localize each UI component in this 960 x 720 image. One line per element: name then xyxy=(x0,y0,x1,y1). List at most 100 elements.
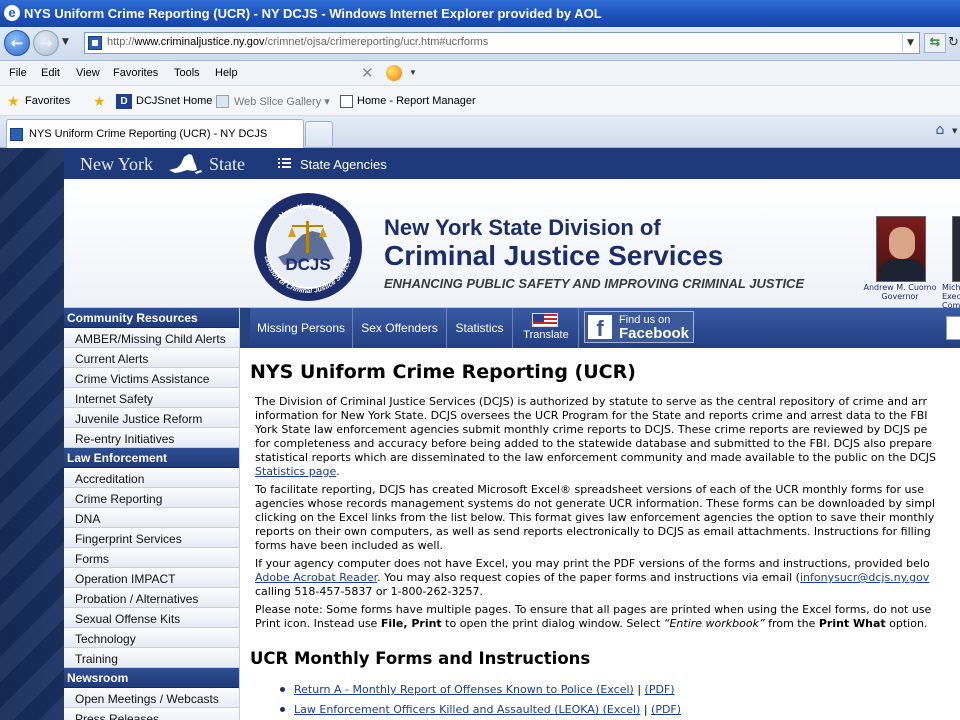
state-agencies-link[interactable]: State Agencies xyxy=(300,157,387,172)
facebook-button[interactable]: f Find us on Facebook xyxy=(584,311,694,343)
nav-link-open-meetings[interactable]: Open Meetings / Webcasts xyxy=(64,688,239,708)
forward-button[interactable]: → xyxy=(33,30,59,56)
tab-ucr[interactable]: NYS Uniform Crime Reporting (UCR) - NY D… xyxy=(6,119,304,148)
list-icon xyxy=(278,158,291,168)
ny-state-map-icon xyxy=(169,154,202,174)
nav-link-amber-alerts[interactable]: AMBER/Missing Child Alerts xyxy=(64,328,239,348)
favorites-button[interactable]: Favorites xyxy=(25,95,70,107)
pdf-paragraph: If your agency computer does not have Ex… xyxy=(255,557,930,598)
nav-link-dna[interactable]: DNA xyxy=(64,508,239,528)
nav-link-accreditation[interactable]: Accreditation xyxy=(64,468,239,488)
back-button[interactable]: ← xyxy=(4,30,30,56)
statistics-page-link[interactable]: Statistics page xyxy=(255,465,336,478)
return-a-pdf-link[interactable]: (PDF) xyxy=(645,683,675,696)
nav-link-probation[interactable]: Probation / Alternatives xyxy=(64,588,239,608)
nav-link-internet-safety[interactable]: Internet Safety xyxy=(64,388,239,408)
topnav-statistics[interactable]: Statistics xyxy=(447,308,513,348)
nav-link-crime-victims[interactable]: Crime Victims Assistance xyxy=(64,368,239,388)
bullet-icon xyxy=(280,687,285,692)
leoka-pdf-link[interactable]: (PDF) xyxy=(651,703,681,716)
email-link[interactable]: infonysucr@dcjs.ny.gov xyxy=(800,571,929,584)
background-flag xyxy=(0,148,64,720)
governor-photo xyxy=(876,216,926,282)
home-dropdown-icon[interactable]: ▼ xyxy=(952,127,957,135)
governor-caption: Andrew M. Cuomo Governor xyxy=(863,283,937,301)
compatibility-view-icon[interactable]: ⇆ xyxy=(924,33,946,53)
nav-link-reentry[interactable]: Re-entry Initiatives xyxy=(64,428,239,448)
address-input[interactable]: http://www.criminaljustice.ny.gov/crimne… xyxy=(84,32,920,54)
translate-label: Translate xyxy=(523,329,569,341)
executive-caption: Mich Exec Com xyxy=(942,283,960,310)
recent-pages-dropdown-icon[interactable]: ▼ xyxy=(62,37,69,47)
aol-toolbar-icon[interactable] xyxy=(386,65,402,81)
menu-edit[interactable]: Edit xyxy=(41,67,60,79)
window-title-bar: e NYS Uniform Crime Reporting (UCR) - NY… xyxy=(0,0,960,27)
menu-view[interactable]: View xyxy=(76,67,100,79)
form-item: Return A - Monthly Report of Offenses Kn… xyxy=(280,683,675,696)
favorites-bar: ★ Favorites ★ D DCJSnet Home Web Slice G… xyxy=(0,86,960,116)
form-item: Law Enforcement Officers Killed and Assa… xyxy=(280,703,681,716)
tab-favicon-icon xyxy=(10,128,23,141)
menu-bar: File Edit View Favorites Tools Help ✕ ▼ xyxy=(0,61,960,86)
menu-file[interactable]: File xyxy=(9,67,27,79)
favorites-star-icon: ★ xyxy=(7,93,20,109)
address-toolbar: ← → ▼ http://www.criminaljustice.ny.gov/… xyxy=(0,27,960,61)
site-search-input[interactable] xyxy=(946,316,960,340)
address-dropdown-icon[interactable]: ▼ xyxy=(902,34,918,52)
facebook-line2: Facebook xyxy=(619,325,690,342)
favorite-web-slice-gallery[interactable]: Web Slice Gallery ▾ xyxy=(234,95,330,108)
nav-link-juvenile-justice[interactable]: Juvenile Justice Reform xyxy=(64,408,239,428)
excel-paragraph: To facilitate reporting, DCJS has create… xyxy=(255,483,935,552)
favorite-report-manager[interactable]: Home - Report Manager xyxy=(357,95,476,107)
adobe-reader-link[interactable]: Adobe Acrobat Reader xyxy=(255,571,377,584)
dcjs-seal-logo[interactable]: New York State DCJS Division of Criminal… xyxy=(250,191,366,303)
us-flag-icon xyxy=(532,313,558,327)
page-viewport: New York State State Agencies New York S… xyxy=(0,148,960,720)
nav-link-training[interactable]: Training xyxy=(64,648,239,668)
nav-head-community-resources: Community Resources xyxy=(64,308,239,328)
banner-title-line1: New York State Division of xyxy=(384,215,661,240)
aol-dropdown-icon[interactable]: ▼ xyxy=(409,68,417,77)
new-tab-button[interactable] xyxy=(305,121,333,146)
nav-head-law-enforcement: Law Enforcement xyxy=(64,448,239,468)
nav-link-forms[interactable]: Forms xyxy=(64,548,239,568)
ie-logo-icon: e xyxy=(4,5,20,21)
nav-head-newsroom: Newsroom xyxy=(64,668,239,688)
web-slice-icon xyxy=(216,95,229,108)
menu-favorites[interactable]: Favorites xyxy=(113,67,158,79)
nys-header-bar: New York State State Agencies xyxy=(64,148,960,179)
nav-link-fingerprint[interactable]: Fingerprint Services xyxy=(64,528,239,548)
intro-paragraph: The Division of Criminal Justice Service… xyxy=(255,395,937,478)
window-title: NYS Uniform Crime Reporting (UCR) - NY D… xyxy=(24,6,602,21)
menu-tools[interactable]: Tools xyxy=(174,67,200,79)
leoka-excel-link[interactable]: Law Enforcement Officers Killed and Assa… xyxy=(294,703,640,716)
executive-photo xyxy=(952,216,960,282)
home-icon[interactable]: ⌂ xyxy=(930,122,950,142)
favorite-dcjsnet-home[interactable]: DCJSnet Home xyxy=(136,95,212,107)
banner-tagline: ENHANCING PUBLIC SAFETY AND IMPROVING CR… xyxy=(384,276,805,291)
nav-link-technology[interactable]: Technology xyxy=(64,628,239,648)
bullet-icon xyxy=(280,707,285,712)
banner-title-line2: Criminal Justice Services xyxy=(384,240,724,271)
nys-wordmark-left[interactable]: New York xyxy=(80,154,153,175)
nav-link-operation-impact[interactable]: Operation IMPACT xyxy=(64,568,239,588)
nav-link-press-releases[interactable]: Press Releases xyxy=(64,708,239,720)
print-note-paragraph: Please note: Some forms have multiple pa… xyxy=(255,603,932,630)
nav-link-crime-reporting[interactable]: Crime Reporting xyxy=(64,488,239,508)
topnav-sex-offenders[interactable]: Sex Offenders xyxy=(353,308,447,348)
page-icon xyxy=(340,95,353,108)
menu-help[interactable]: Help xyxy=(215,67,238,79)
nav-link-sexual-offense-kits[interactable]: Sexual Offense Kits xyxy=(64,608,239,628)
nav-link-current-alerts[interactable]: Current Alerts xyxy=(64,348,239,368)
refresh-icon[interactable]: ↻ xyxy=(948,33,960,53)
close-toolbar-icon[interactable]: ✕ xyxy=(361,64,374,82)
main-content: NYS Uniform Crime Reporting (UCR) The Di… xyxy=(240,348,960,720)
left-navigation: Community Resources AMBER/Missing Child … xyxy=(64,308,240,720)
add-favorite-icon[interactable]: ★ xyxy=(93,94,106,108)
nys-wordmark-right[interactable]: State xyxy=(209,154,245,175)
topnav-missing-persons[interactable]: Missing Persons xyxy=(250,308,353,348)
tab-title: NYS Uniform Crime Reporting (UCR) - NY D… xyxy=(29,128,268,140)
return-a-excel-link[interactable]: Return A - Monthly Report of Offenses Kn… xyxy=(294,683,634,696)
section-title: UCR Monthly Forms and Instructions xyxy=(250,649,591,668)
page-favicon-icon xyxy=(88,36,102,50)
